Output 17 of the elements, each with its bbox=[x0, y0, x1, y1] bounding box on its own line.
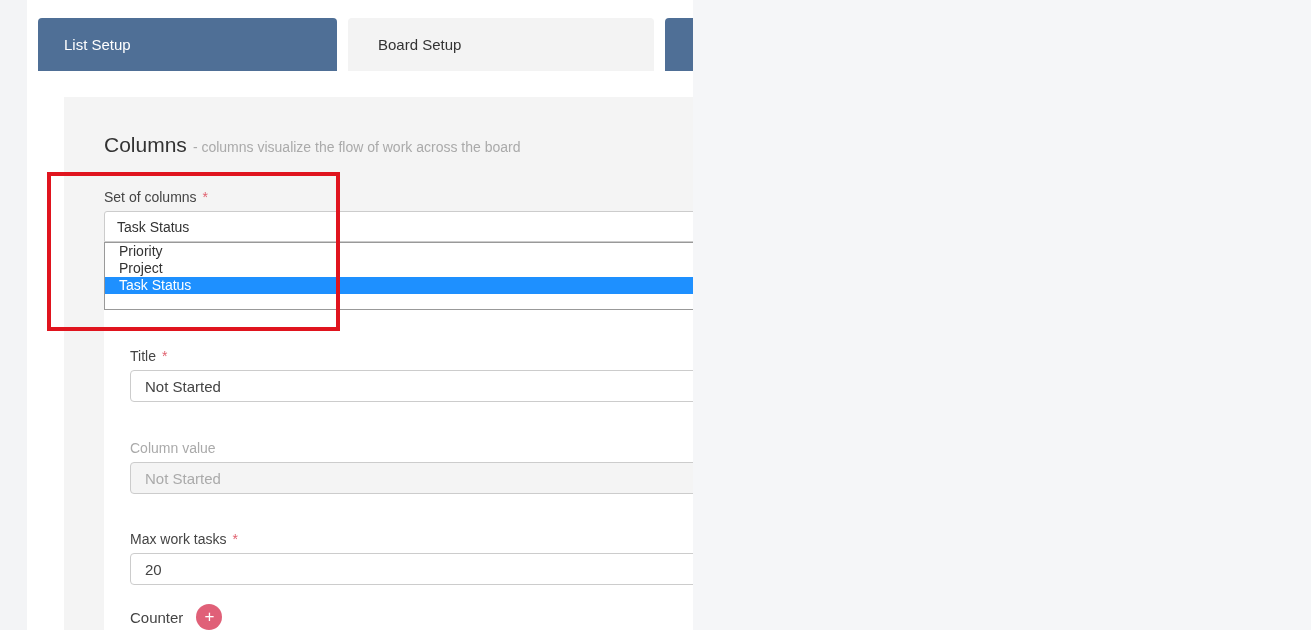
dropdown-option[interactable]: Priority bbox=[105, 243, 693, 260]
required-mark: * bbox=[202, 189, 209, 205]
field-label: Counter bbox=[130, 608, 184, 626]
field-label: Column value bbox=[130, 440, 216, 456]
required-mark: * bbox=[232, 531, 238, 547]
input-field[interactable]: Not Started bbox=[130, 370, 693, 402]
tab[interactable]: Board Setup bbox=[348, 18, 654, 71]
tab[interactable]: List Setup bbox=[38, 18, 337, 71]
dropdown-option[interactable]: Project bbox=[105, 260, 693, 277]
section-subtitle: - columns visualize the flow of work across the board bbox=[192, 139, 521, 155]
required-mark: * bbox=[161, 348, 168, 364]
input-field[interactable]: 20 bbox=[130, 553, 693, 585]
section-title: Columns bbox=[104, 133, 187, 157]
select-field[interactable]: Task Status bbox=[104, 211, 693, 242]
field-label: Set of columns bbox=[104, 189, 197, 205]
field-label: Max work tasks bbox=[130, 531, 227, 547]
field-label: Title bbox=[130, 348, 156, 364]
